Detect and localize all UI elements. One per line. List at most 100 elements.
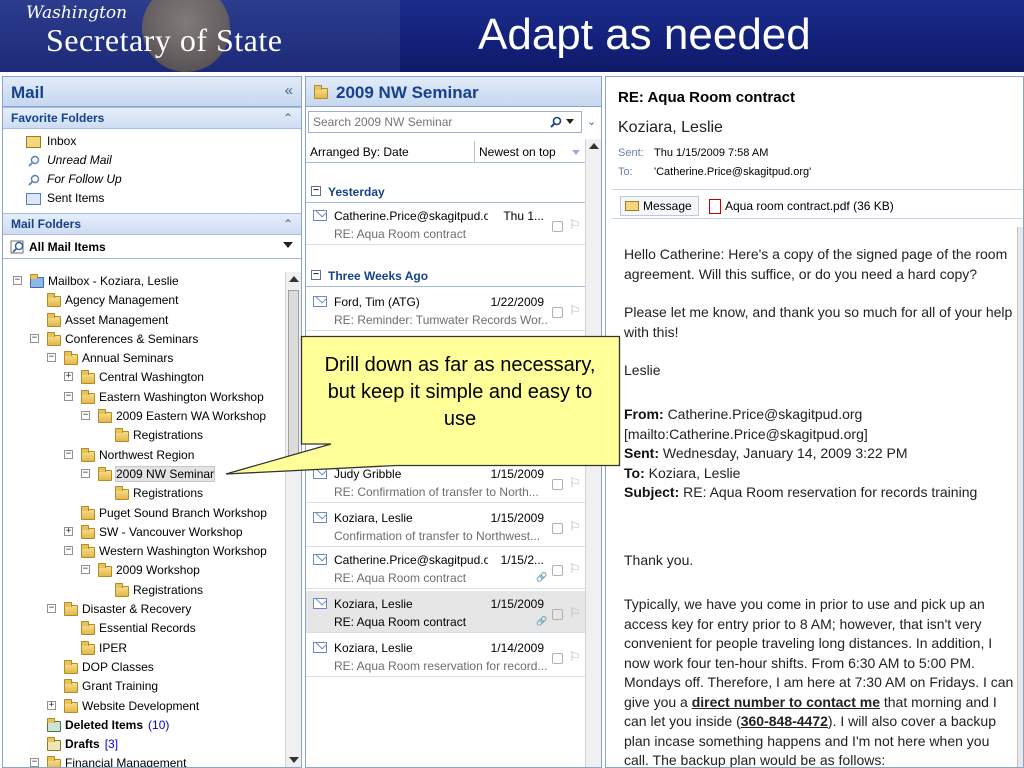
folder-tree-item[interactable]: Drafts [3] xyxy=(3,735,285,754)
attachment-link[interactable]: Aqua room contract.pdf (36 KB) xyxy=(704,196,901,216)
message-from: Koziara, Leslie xyxy=(334,641,413,655)
message-row[interactable]: Catherine.Price@skagitpud.org 1/15/2... RE… xyxy=(306,547,586,589)
folder-tree-item[interactable]: Asset Management xyxy=(3,311,285,330)
search-icon[interactable] xyxy=(550,116,562,128)
search-options-dropdown-icon[interactable] xyxy=(566,119,574,124)
favorite-item-for-follow-up[interactable]: For Follow Up xyxy=(3,170,301,189)
message-tab[interactable]: Message xyxy=(620,196,699,216)
folder-tree-item[interactable]: IPER xyxy=(3,639,285,658)
folder-tree-item[interactable]: + SW - Vancouver Workshop xyxy=(3,523,285,542)
folder-tree-item[interactable]: DOP Classes xyxy=(3,658,285,677)
folder-tree-item[interactable]: Essential Records xyxy=(3,619,285,638)
expand-query-icon[interactable]: ⌄ xyxy=(587,115,596,128)
collapse-mail-folders-icon[interactable]: ⌃ xyxy=(283,217,293,231)
collapse-icon[interactable]: − xyxy=(30,333,39,343)
scroll-up-icon[interactable] xyxy=(289,276,299,282)
folder-icon xyxy=(81,640,95,655)
collapse-icon[interactable]: − xyxy=(81,411,90,421)
message-row[interactable]: Catherine.Price@skagitpud.org Thu 1... RE:… xyxy=(306,203,586,245)
folder-tree-item[interactable]: Registrations xyxy=(3,581,285,600)
message-row[interactable]: Koziara, Leslie 1/14/2009 RE: Aqua Room re… xyxy=(306,635,586,677)
collapse-icon[interactable]: − xyxy=(81,565,90,575)
scroll-up-icon[interactable] xyxy=(589,143,599,149)
favorite-item-sent-items[interactable]: Sent Items xyxy=(3,189,301,208)
folder-icon xyxy=(47,312,61,327)
folder-tree-item[interactable]: Deleted Items (10) xyxy=(3,716,285,735)
chevron-down-icon[interactable] xyxy=(283,242,293,248)
slide-banner: Washington Secretary of State Adapt as n… xyxy=(0,0,1024,72)
folder-name: Website Development xyxy=(82,698,200,713)
folder-icon xyxy=(81,505,95,520)
collapse-icon[interactable]: − xyxy=(47,604,56,614)
message-date: 1/22/2009 xyxy=(490,295,544,309)
folder-tree-item[interactable]: Puget Sound Branch Workshop xyxy=(3,504,285,523)
folder-tree-item[interactable]: Registrations xyxy=(3,484,285,503)
message-row[interactable]: Koziara, Leslie 1/15/2009 Confirmation of … xyxy=(306,505,586,547)
favorite-item-inbox[interactable]: Inbox xyxy=(3,132,301,151)
collapse-icon[interactable]: − xyxy=(30,758,39,767)
collapse-icon[interactable]: − xyxy=(64,546,73,556)
phone-number-link[interactable]: 360-848-4472 xyxy=(741,713,828,729)
collapse-icon[interactable]: − xyxy=(47,353,56,363)
folder-tree-label: Conferences & Seminars xyxy=(65,332,198,346)
flag-icon[interactable]: ⚐ xyxy=(569,303,581,319)
collapse-group-icon[interactable]: − xyxy=(311,270,321,280)
quoted-mailto: [mailto:Catherine.Price@skagitpud.org] xyxy=(624,425,868,442)
arranged-by-label[interactable]: Arranged By: Date xyxy=(310,145,409,159)
to-value[interactable]: 'Catherine.Price@skagitpud.org' xyxy=(654,166,811,178)
scroll-down-icon[interactable] xyxy=(289,757,299,763)
message-date: 1/15/2009 xyxy=(490,597,544,611)
collapse-icon[interactable]: − xyxy=(81,468,90,478)
body-paragraph-2: Please let me know, and thank you so muc… xyxy=(624,304,1013,340)
collapse-icon[interactable]: − xyxy=(64,391,73,401)
message-group-header[interactable]: − Three Weeks Ago xyxy=(306,263,586,287)
folder-tree-label: Drafts [3] xyxy=(65,737,118,751)
folder-tree-item[interactable]: − Disaster & Recovery xyxy=(3,600,285,619)
search-input[interactable] xyxy=(308,111,582,133)
category-checkbox[interactable] xyxy=(552,523,563,534)
sort-order-toggle[interactable]: Newest on top xyxy=(474,141,586,163)
pdf-icon xyxy=(709,199,721,214)
favorite-item-unread-mail[interactable]: Unread Mail xyxy=(3,151,301,170)
flag-icon[interactable]: ⚐ xyxy=(569,217,581,233)
folder-tree-item[interactable]: − Mailbox - Koziara, Leslie xyxy=(3,272,285,291)
expand-icon[interactable]: + xyxy=(64,526,73,536)
expand-icon[interactable]: + xyxy=(47,700,56,710)
collapse-favorites-icon[interactable]: ⌃ xyxy=(283,111,293,125)
flag-icon[interactable]: ⚐ xyxy=(569,649,581,665)
folder-tree-item[interactable]: − Western Washington Workshop xyxy=(3,542,285,561)
category-checkbox[interactable] xyxy=(552,565,563,576)
flag-icon[interactable]: ⚐ xyxy=(569,605,581,621)
direct-number-link[interactable]: direct number to contact me xyxy=(692,694,880,710)
favorite-folders-header[interactable]: Favorite Folders ⌃ xyxy=(3,107,301,129)
expand-icon[interactable]: + xyxy=(64,372,73,382)
folder-tree-item[interactable]: − Financial Management xyxy=(3,754,285,767)
envelope-icon xyxy=(313,512,327,523)
flag-icon[interactable]: ⚐ xyxy=(569,561,581,577)
attachment-bar: Message Aqua room contract.pdf (36 KB) xyxy=(612,189,1022,219)
folder-tree-item[interactable]: − 2009 Workshop xyxy=(3,561,285,580)
message-row[interactable]: Ford, Tim (ATG) 1/22/2009 RE: Reminder: Tu… xyxy=(306,289,586,331)
folder-icon xyxy=(81,447,95,462)
mail-folders-header[interactable]: Mail Folders ⌃ xyxy=(3,213,301,235)
all-mail-items-selector[interactable]: All Mail Items xyxy=(3,235,301,259)
collapse-nav-button[interactable]: « xyxy=(285,82,293,99)
message-group-header[interactable]: − Yesterday xyxy=(306,179,586,203)
folder-tree-item[interactable]: Grant Training xyxy=(3,677,285,696)
message-from: Koziara, Leslie xyxy=(334,597,413,611)
folder-tree-label: Northwest Region xyxy=(99,448,194,462)
category-checkbox[interactable] xyxy=(552,221,563,232)
message-row[interactable]: Koziara, Leslie 1/15/2009 RE: Aqua Room co… xyxy=(306,591,586,633)
folder-tree-item[interactable]: Agency Management xyxy=(3,291,285,310)
reading-pane-scrollbar[interactable] xyxy=(1017,227,1023,767)
collapse-icon[interactable]: − xyxy=(64,449,73,459)
folder-tree-item[interactable]: + Website Development xyxy=(3,697,285,716)
message-sender[interactable]: Koziara, Leslie xyxy=(618,119,723,137)
quoted-from-value: Catherine.Price@skagitpud.org xyxy=(667,406,863,422)
category-checkbox[interactable] xyxy=(552,307,563,318)
category-checkbox[interactable] xyxy=(552,609,563,620)
category-checkbox[interactable] xyxy=(552,653,563,664)
collapse-group-icon[interactable]: − xyxy=(311,186,321,196)
collapse-icon[interactable]: − xyxy=(13,276,22,285)
flag-icon[interactable]: ⚐ xyxy=(569,519,581,535)
